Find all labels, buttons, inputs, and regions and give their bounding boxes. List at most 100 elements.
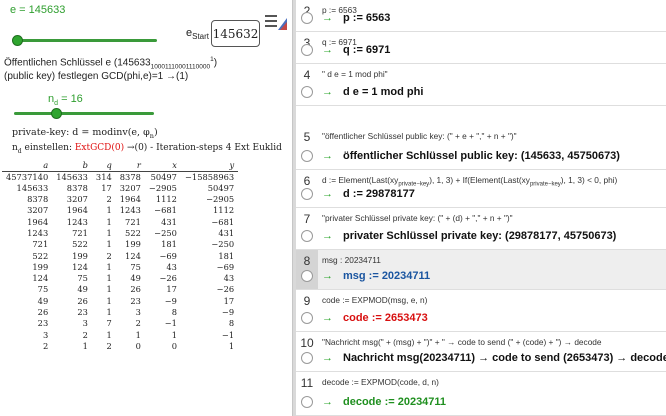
table-cell: 721 (32, 239, 49, 250)
table-cell: 145633 (56, 171, 88, 182)
table-cell: 2 (106, 250, 112, 261)
table-cell: 45737140 (6, 171, 49, 182)
table-header-b: b (52, 159, 92, 172)
table-row: 1243 721 1 522 −250 431 (2, 228, 238, 239)
table-cell: 522 (72, 239, 88, 250)
cas-row-8[interactable]: 8 msg : 20234711 → msg := 20234711 (296, 250, 666, 290)
cas-output: → decode := 20234711 (322, 396, 446, 408)
table-cell: 49 (77, 284, 88, 295)
output-arrow-icon: → (322, 230, 333, 242)
visibility-circle-icon[interactable] (301, 270, 313, 282)
table-row: 3 2 1 1 1 −1 (2, 330, 238, 341)
cas-output: → d := 29878177 (322, 188, 415, 200)
table-cell: 1 (106, 284, 112, 295)
table-cell: 2 (42, 340, 49, 351)
table-cell: 1 (228, 340, 235, 351)
table-cell: −26 (216, 284, 235, 295)
visibility-circle-icon[interactable] (301, 86, 313, 98)
cas-input-text[interactable]: d := Element(Last(xyprivate−key), 1, 3) … (322, 175, 617, 188)
table-cell: 1964 (27, 216, 49, 227)
table-cell: 75 (130, 261, 141, 272)
nd-slider-knob[interactable] (51, 108, 62, 119)
cas-row-9[interactable]: 9 code := EXPMOD(msg, e, n) → code := 26534… (296, 290, 666, 332)
table-header-r: r (115, 159, 145, 172)
cas-input-text[interactable]: " d e = 1 mod phi" (322, 69, 388, 79)
visibility-circle-icon[interactable] (301, 352, 313, 364)
visibility-circle-icon[interactable] (301, 44, 313, 56)
table-cell: −9 (221, 307, 235, 318)
table-row: 23 3 7 2 −1 8 (2, 318, 238, 329)
table-cell: 2 (82, 329, 88, 340)
cas-output-text: q := 6971 (343, 44, 391, 56)
cas-row-2[interactable]: 2p := 6563 → p := 6563 (296, 0, 666, 32)
table-cell: 181 (161, 239, 177, 250)
visibility-circle-icon[interactable] (301, 230, 313, 242)
cas-output: → code := 2653473 (322, 312, 428, 324)
cas-input-text[interactable]: "Nachricht msg(" + (msg) + ")" + " → cod… (322, 337, 602, 347)
table-cell: 199 (32, 261, 49, 272)
cas-row-3[interactable]: 3q := 6971 → q := 6971 (296, 32, 666, 64)
cas-output: → öffentlicher Schlüssel public key: (145… (322, 150, 620, 162)
cas-row-5[interactable]: 5 "öffentlicher Schlüssel public key: (" … (296, 126, 666, 170)
table-cell: −2905 (206, 194, 235, 205)
table-cell: 75 (77, 273, 88, 284)
table-cell: 1112 (155, 194, 177, 205)
cas-input-text[interactable]: "privater Schlüssel private key: (" + (d… (322, 213, 513, 223)
table-cell: 23 (130, 295, 141, 306)
cas-input-text[interactable]: decode := EXPMOD(code, d, n) (322, 377, 439, 387)
table-row: 522 199 2 124 −69 181 (2, 251, 238, 262)
nd-iteration-text: nd einstellen: ExtGCD(0) →(0) - Iteratio… (12, 143, 282, 155)
table-header-q: q (91, 159, 116, 172)
cas-view[interactable]: 2p := 6563 → p := 6563 3 q := 6971 → q := 6971… (296, 0, 666, 416)
cas-output: → p := 6563 (322, 12, 390, 24)
cas-input-text[interactable]: "öffentlicher Schlüssel public key: (" +… (322, 131, 517, 141)
visibility-circle-icon[interactable] (301, 396, 313, 408)
table-row: 75 49 1 26 17 −26 (2, 284, 238, 295)
table-row: 26 23 1 3 8 −9 (2, 307, 238, 318)
extended-euclid-table: abqrxy 45737140 145633 314 8378 50497 −158589… (2, 159, 239, 352)
cas-output-text: d := 29878177 (343, 188, 415, 200)
e-slider-knob[interactable] (12, 35, 23, 46)
table-cell: 26 (37, 307, 49, 318)
table-row: 3207 1964 1 1243 −681 1112 (2, 205, 238, 216)
visibility-circle-icon[interactable] (301, 12, 313, 24)
cas-output-text: Nachricht msg(20234711) → code to send (… (343, 352, 666, 364)
cas-row-number: 7 (303, 212, 311, 226)
cas-input-text[interactable]: code := EXPMOD(msg, e, n) (322, 295, 427, 305)
table-cell: 124 (125, 250, 141, 261)
table-cell: 75 (37, 284, 49, 295)
table-cell: −2905 (148, 182, 177, 193)
cas-row-4[interactable]: 4 " d e = 1 mod phi" → d e = 1 mod phi (296, 64, 666, 106)
cas-input-text[interactable]: msg : 20234711 (322, 255, 381, 265)
nd-slider-track[interactable] (14, 112, 154, 115)
cas-row-7[interactable]: 7 "privater Schlüssel private key: (" + (… (296, 208, 666, 250)
table-cell: 43 (166, 261, 177, 272)
visibility-circle-icon[interactable] (301, 312, 313, 324)
output-arrow-icon: → (322, 86, 333, 98)
e-slider-track[interactable] (17, 39, 157, 42)
graphics-style-menu-icon[interactable] (263, 12, 289, 34)
table-row: 45737140 145633 314 8378 50497 −15858963 (2, 171, 238, 183)
cas-row-6[interactable]: 6d := Element(Last(xyprivate−key), 1, 3)… (296, 170, 666, 208)
output-arrow-icon: → (322, 352, 333, 364)
table-cell: 1 (106, 216, 112, 227)
table-cell: 17 (223, 295, 235, 306)
table-cell: 7 (106, 318, 112, 329)
e-start-input[interactable]: 145632 (211, 20, 260, 47)
graphics-view[interactable]: e = 145633 eStart 145632 Öffentlichen Sc… (0, 0, 292, 416)
table-cell: 1 (135, 329, 141, 340)
table-cell: 1243 (119, 205, 141, 216)
table-cell: 23 (37, 318, 49, 329)
cas-row-10[interactable]: 10 "Nachricht msg(" + (msg) + ")" + " → c… (296, 332, 666, 372)
table-cell: 199 (72, 250, 88, 261)
table-row: 2 1 2 0 0 1 (2, 341, 238, 352)
output-arrow-icon: → (322, 12, 333, 24)
cas-row-11[interactable]: 11 decode := EXPMOD(code, d, n) → decode :=… (296, 372, 666, 416)
table-cell: 8 (171, 307, 177, 318)
e-slider-label: e = 145633 (10, 4, 66, 16)
visibility-circle-icon[interactable] (301, 188, 313, 200)
table-header-x: x (144, 159, 181, 172)
output-arrow-icon: → (322, 188, 333, 200)
visibility-circle-icon[interactable] (301, 150, 313, 162)
cas-output: → d e = 1 mod phi (322, 86, 423, 98)
